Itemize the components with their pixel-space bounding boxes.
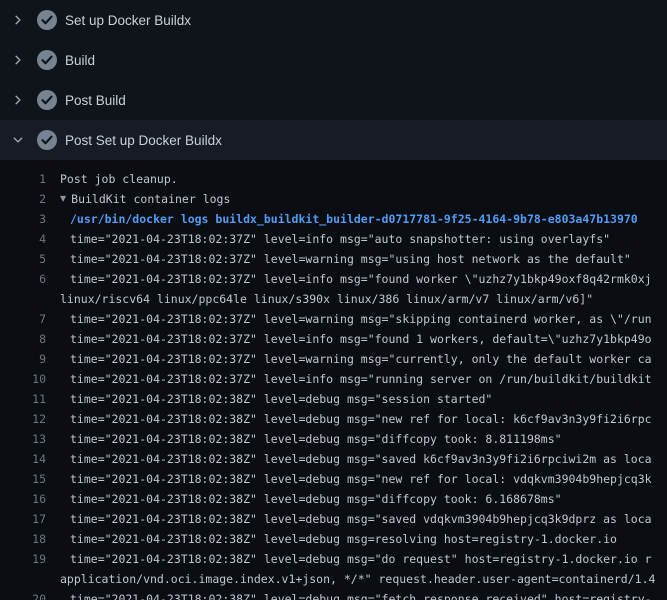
chevron-right-icon [12,14,24,26]
log-line: 8 time="2021-04-23T18:02:37Z" level=info… [0,329,667,349]
log-line-text: time="2021-04-23T18:02:37Z" level=warnin… [46,349,652,369]
log-line-text: time="2021-04-23T18:02:37Z" level=warnin… [46,249,631,269]
log-line: 13 time="2021-04-23T18:02:38Z" level=deb… [0,429,667,449]
log-line-number[interactable]: 12 [0,409,46,429]
log-line: 18 time="2021-04-23T18:02:38Z" level=deb… [0,529,667,549]
log-line-text: /usr/bin/docker logs buildx_buildkit_bui… [46,209,638,229]
log-line-text: time="2021-04-23T18:02:38Z" level=debug … [46,389,492,409]
group-collapse-triangle-icon[interactable]: ▼ [46,189,66,209]
log-line: 1 Post job cleanup. [0,169,667,189]
log-line: 19 time="2021-04-23T18:02:38Z" level=deb… [0,549,667,569]
log-line-number[interactable] [0,289,46,309]
log-line-text: time="2021-04-23T18:02:38Z" level=debug … [46,549,652,569]
log-line-number[interactable]: 14 [0,449,46,469]
chevron-right-icon [12,94,24,106]
step-header-post-set-up-docker-buildx[interactable]: Post Set up Docker Buildx [0,120,667,160]
log-line: 3 /usr/bin/docker logs buildx_buildkit_b… [0,209,667,229]
log-line[interactable]: 2 ▼BuildKit container logs [0,189,667,209]
log-line: 4 time="2021-04-23T18:02:37Z" level=info… [0,229,667,249]
log-line-number[interactable] [0,569,46,589]
log-line: 6 time="2021-04-23T18:02:37Z" level=info… [0,269,667,289]
step-label: Build [65,53,95,68]
step-label: Post Build [65,93,126,108]
step-label: Post Set up Docker Buildx [65,133,222,148]
chevron-right-icon [12,54,24,66]
log-line: 16 time="2021-04-23T18:02:38Z" level=deb… [0,489,667,509]
log-line-text: application/vnd.oci.image.index.v1+json,… [46,569,655,589]
log-line-number[interactable]: 17 [0,509,46,529]
check-circle-icon [37,130,57,150]
log-line-text: time="2021-04-23T18:02:38Z" level=debug … [46,509,652,529]
log-line-number[interactable]: 15 [0,469,46,489]
log-line-text: linux/riscv64 linux/ppc64le linux/s390x … [46,289,593,309]
log-line: linux/riscv64 linux/ppc64le linux/s390x … [0,289,667,309]
log-line-text: time="2021-04-23T18:02:38Z" level=debug … [46,529,617,549]
log-line: 5 time="2021-04-23T18:02:37Z" level=warn… [0,249,667,269]
log-line: application/vnd.oci.image.index.v1+json,… [0,569,667,589]
step-label: Set up Docker Buildx [65,13,191,28]
log-line-number[interactable]: 10 [0,369,46,389]
log-line-number[interactable]: 5 [0,249,46,269]
log-line-number[interactable]: 3 [0,209,46,229]
log-line-number[interactable]: 1 [0,169,46,189]
log-line-number[interactable]: 4 [0,229,46,249]
log-line-text: Post job cleanup. [46,169,178,189]
log-line-text: time="2021-04-23T18:02:37Z" level=info m… [46,269,652,289]
log-line-text: time="2021-04-23T18:02:37Z" level=info m… [46,229,610,249]
check-circle-icon [37,50,57,70]
log-line-text: time="2021-04-23T18:02:38Z" level=debug … [46,469,652,489]
log-area[interactable]: 1 Post job cleanup. 2 ▼BuildKit containe… [0,160,667,600]
log-line-number[interactable]: 2 [0,189,46,209]
log-line-text: time="2021-04-23T18:02:38Z" level=debug … [46,589,652,600]
log-line: 11 time="2021-04-23T18:02:38Z" level=deb… [0,389,667,409]
log-line-number[interactable]: 9 [0,349,46,369]
log-line: 7 time="2021-04-23T18:02:37Z" level=warn… [0,309,667,329]
log-line-text: time="2021-04-23T18:02:38Z" level=debug … [46,409,652,429]
log-line-number[interactable]: 19 [0,549,46,569]
log-line-number[interactable]: 13 [0,429,46,449]
check-circle-icon [37,90,57,110]
log-line-text: time="2021-04-23T18:02:37Z" level=info m… [46,329,652,349]
log-line: 14 time="2021-04-23T18:02:38Z" level=deb… [0,449,667,469]
log-line-number[interactable]: 8 [0,329,46,349]
log-line: 12 time="2021-04-23T18:02:38Z" level=deb… [0,409,667,429]
step-header-build[interactable]: Build [0,40,667,80]
log-line-text: BuildKit container logs [66,189,230,209]
log-line-number[interactable]: 7 [0,309,46,329]
chevron-down-icon [12,134,24,146]
step-header-post-build[interactable]: Post Build [0,80,667,120]
log-line-number[interactable]: 11 [0,389,46,409]
log-line: 10 time="2021-04-23T18:02:37Z" level=inf… [0,369,667,389]
log-line-text: time="2021-04-23T18:02:38Z" level=debug … [46,489,562,509]
log-line-number[interactable]: 20 [0,589,46,600]
steps-list: Set up Docker Buildx Build Post Build Po… [0,0,667,160]
log-line: 17 time="2021-04-23T18:02:38Z" level=deb… [0,509,667,529]
log-line-text: time="2021-04-23T18:02:38Z" level=debug … [46,449,652,469]
log-line-text: time="2021-04-23T18:02:38Z" level=debug … [46,429,562,449]
log-line: 15 time="2021-04-23T18:02:38Z" level=deb… [0,469,667,489]
log-line: 9 time="2021-04-23T18:02:37Z" level=warn… [0,349,667,369]
log-line-number[interactable]: 18 [0,529,46,549]
log-line-number[interactable]: 16 [0,489,46,509]
log-line-number[interactable]: 6 [0,269,46,289]
step-header-set-up-docker-buildx[interactable]: Set up Docker Buildx [0,0,667,40]
log-line: 20 time="2021-04-23T18:02:38Z" level=deb… [0,589,667,600]
log-line-text: time="2021-04-23T18:02:37Z" level=warnin… [46,309,652,329]
log-line-text: time="2021-04-23T18:02:37Z" level=info m… [46,369,652,389]
check-circle-icon [37,10,57,30]
